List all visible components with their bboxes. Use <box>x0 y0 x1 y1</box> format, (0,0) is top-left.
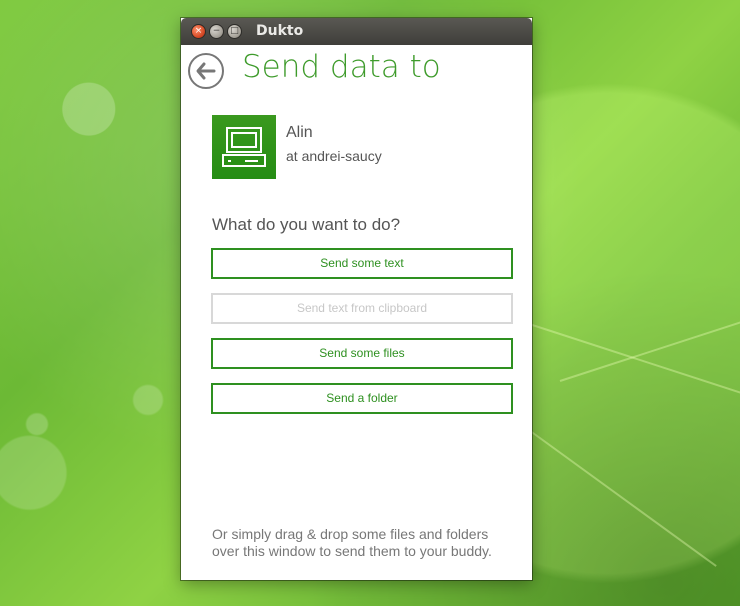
maximize-window-button[interactable]: □ <box>227 24 242 39</box>
window-titlebar[interactable]: × − □ Dukto <box>181 18 532 45</box>
send-panel: Send data to Alin at andrei-saucy What d… <box>181 45 532 580</box>
page-title: Send data to <box>242 49 441 85</box>
close-window-button[interactable]: × <box>191 24 206 39</box>
drag-drop-hint: Or simply drag & drop some files and fol… <box>212 526 507 560</box>
arrow-left-icon <box>196 62 216 80</box>
computer-icon <box>222 127 266 167</box>
send-clipboard-button: Send text from clipboard <box>211 293 513 324</box>
dukto-window: × − □ Dukto Send data to Alin at andrei-… <box>181 18 532 580</box>
drag-drop-hint-line-1: Or simply drag & drop some files and fol… <box>212 526 489 542</box>
send-files-button[interactable]: Send some files <box>211 338 513 369</box>
back-button[interactable] <box>188 53 224 89</box>
leaf-vein <box>559 321 740 382</box>
buddy-host: at andrei-saucy <box>286 148 382 164</box>
action-question: What do you want to do? <box>212 215 401 234</box>
send-text-button[interactable]: Send some text <box>211 248 513 279</box>
minimize-icon: − <box>212 26 221 36</box>
minimize-window-button[interactable]: − <box>209 24 224 39</box>
buddy-name: Alin <box>286 124 313 141</box>
buddy-avatar <box>212 115 276 179</box>
send-folder-button[interactable]: Send a folder <box>211 383 513 414</box>
window-title: Dukto <box>256 23 304 39</box>
leaf-vein <box>521 424 717 567</box>
window-controls: × − □ <box>191 24 245 39</box>
maximize-icon: □ <box>230 26 239 36</box>
close-icon: × <box>194 26 203 36</box>
drag-drop-hint-line-2: over this window to send them to your bu… <box>212 543 492 559</box>
